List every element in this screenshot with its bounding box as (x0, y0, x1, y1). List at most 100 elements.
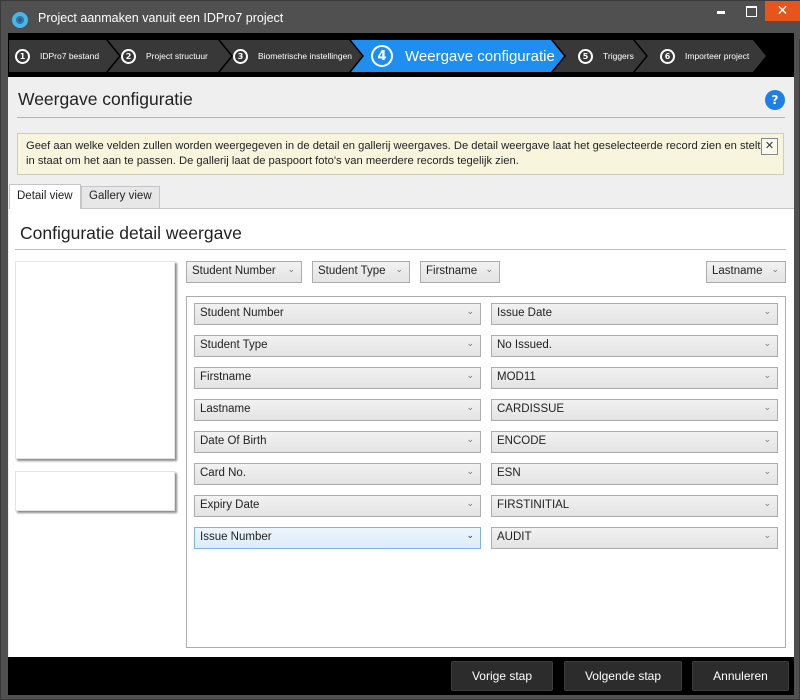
footer-bar: Vorige stap Volgende stap Annuleren (8, 657, 794, 695)
select-value: AUDIT (497, 531, 532, 543)
step-number-icon: 6 (660, 48, 675, 64)
detail-field-select[interactable]: AUDIT ⌄ (491, 527, 778, 549)
divider (17, 117, 785, 118)
chevron-down-icon: ⌄ (763, 338, 771, 348)
page-title: Weergave configuratie (18, 89, 193, 109)
window-title: Project aanmaken vanuit een IDPro7 proje… (38, 11, 284, 25)
step-label: Triggers (603, 51, 634, 61)
step-number-icon: 4 (371, 45, 393, 67)
info-text: Geef aan welke velden zullen worden weer… (26, 140, 770, 167)
chevron-down-icon: ⌄ (287, 264, 295, 274)
step-label: IDPro7 bestand (40, 51, 100, 61)
step-label: Biometrische instellingen (258, 51, 353, 61)
detail-field-select[interactable]: ENCODE ⌄ (491, 431, 778, 453)
step-4-active[interactable]: 4 Weergave configuratie (357, 40, 555, 72)
detail-field-select[interactable]: CARDISSUE ⌄ (491, 399, 778, 421)
chevron-down-icon: ⌄ (763, 434, 771, 444)
minimize-button[interactable] (706, 1, 736, 21)
cancel-button[interactable]: Annuleren (692, 661, 789, 691)
divider (15, 249, 786, 250)
chevron-down-icon: ⌄ (466, 306, 474, 316)
detail-field-select[interactable]: Lastname ⌄ (194, 399, 481, 421)
select-value: Lastname (712, 265, 763, 277)
select-value: Date Of Birth (200, 435, 267, 447)
step-5[interactable]: 5 Triggers (572, 40, 634, 72)
header-field-select[interactable]: Student Type ⌄ (312, 261, 410, 283)
chevron-down-icon: ⌄ (763, 466, 771, 476)
chevron-down-icon: ⌄ (466, 530, 474, 540)
chevron-down-icon: ⌄ (466, 402, 474, 412)
app-logo-icon (12, 12, 28, 28)
select-value: No Issued. (497, 339, 552, 351)
step-3[interactable]: 3 Biometrische instellingen (227, 40, 353, 72)
close-info-button[interactable]: ✕ (761, 138, 778, 155)
detail-view-panel: Configuratie detail weergave Student Num… (9, 208, 794, 657)
help-icon[interactable]: ? (765, 90, 785, 110)
photo-placeholder (15, 261, 175, 459)
chevron-down-icon: ⌄ (466, 498, 474, 508)
chevron-down-icon: ⌄ (771, 264, 779, 274)
detail-field-select[interactable]: Student Type ⌄ (194, 335, 481, 357)
previous-step-button[interactable]: Vorige stap (451, 661, 553, 691)
detail-field-select[interactable]: Date Of Birth ⌄ (194, 431, 481, 453)
tab-gallery-view[interactable]: Gallery view (81, 186, 160, 208)
step-number-icon: 1 (15, 48, 30, 64)
detail-field-select[interactable]: Issue Date ⌄ (491, 303, 778, 325)
header-field-select[interactable]: Student Number ⌄ (186, 261, 302, 283)
select-value: Student Type (200, 339, 268, 351)
chevron-down-icon: ⌄ (763, 402, 771, 412)
step-number-icon: 2 (121, 48, 136, 64)
chevron-down-icon: ⌄ (466, 338, 474, 348)
step-label: Importeer project (685, 51, 750, 61)
detail-field-select-focused[interactable]: Issue Number ⌄ (194, 527, 481, 549)
select-value: MOD11 (497, 371, 536, 383)
tab-detail-view[interactable]: Detail view (9, 184, 81, 209)
section-title: Configuratie detail weergave (20, 223, 242, 243)
detail-field-select[interactable]: MOD11 ⌄ (491, 367, 778, 389)
select-value: CARDISSUE (497, 403, 565, 415)
detail-field-select[interactable]: ESN ⌄ (491, 463, 778, 485)
chevron-down-icon: ⌄ (763, 530, 771, 540)
info-banner: Geef aan welke velden zullen worden weer… (17, 133, 784, 175)
step-label: Weergave configuratie (405, 47, 555, 65)
select-value: Student Type (318, 265, 386, 277)
close-button[interactable]: ✕ (765, 1, 800, 21)
select-value: Firstname (426, 265, 478, 277)
chevron-down-icon: ⌄ (466, 434, 474, 444)
select-value: Expiry Date (200, 499, 260, 511)
wizard-steps: 1 IDPro7 bestand 2 Project structuur 3 B… (8, 33, 794, 77)
select-value: Student Number (200, 307, 284, 319)
header-field-select[interactable]: Firstname ⌄ (420, 261, 500, 283)
chevron-down-icon: ⌄ (466, 466, 474, 476)
maximize-button[interactable] (735, 1, 765, 21)
chevron-down-icon: ⌄ (763, 370, 771, 380)
next-step-button[interactable]: Volgende stap (564, 661, 682, 691)
select-value: ENCODE (497, 435, 547, 447)
chevron-down-icon: ⌄ (485, 264, 493, 274)
wizard-window: Project aanmaken vanuit een IDPro7 proje… (0, 0, 800, 700)
step-1[interactable]: 1 IDPro7 bestand (9, 40, 106, 72)
select-value: Issue Number (200, 531, 272, 543)
chevron-down-icon: ⌄ (763, 306, 771, 316)
signature-placeholder (15, 471, 175, 511)
header-field-select[interactable]: Lastname ⌄ (706, 261, 786, 283)
select-value: Issue Date (497, 307, 552, 319)
select-value: Lastname (200, 403, 251, 415)
detail-field-select[interactable]: Student Number ⌄ (194, 303, 481, 325)
content-area: Weergave configuratie ? Geef aan welke v… (8, 77, 794, 657)
detail-field-select[interactable]: Expiry Date ⌄ (194, 495, 481, 517)
detail-field-select[interactable]: Card No. ⌄ (194, 463, 481, 485)
select-value: Card No. (200, 467, 247, 479)
select-value: FIRSTINITIAL (497, 499, 570, 511)
detail-field-select[interactable]: FIRSTINITIAL ⌄ (491, 495, 778, 517)
select-value: Student Number (192, 265, 276, 277)
detail-field-select[interactable]: Firstname ⌄ (194, 367, 481, 389)
select-value: ESN (497, 467, 521, 479)
detail-field-select[interactable]: No Issued. ⌄ (491, 335, 778, 357)
step-number-icon: 5 (578, 48, 593, 64)
step-number-icon: 3 (233, 48, 248, 64)
select-value: Firstname (200, 371, 252, 383)
step-6[interactable]: 6 Importeer project (654, 40, 753, 72)
chevron-down-icon: ⌄ (466, 370, 474, 380)
step-2[interactable]: 2 Project structuur (115, 40, 218, 72)
